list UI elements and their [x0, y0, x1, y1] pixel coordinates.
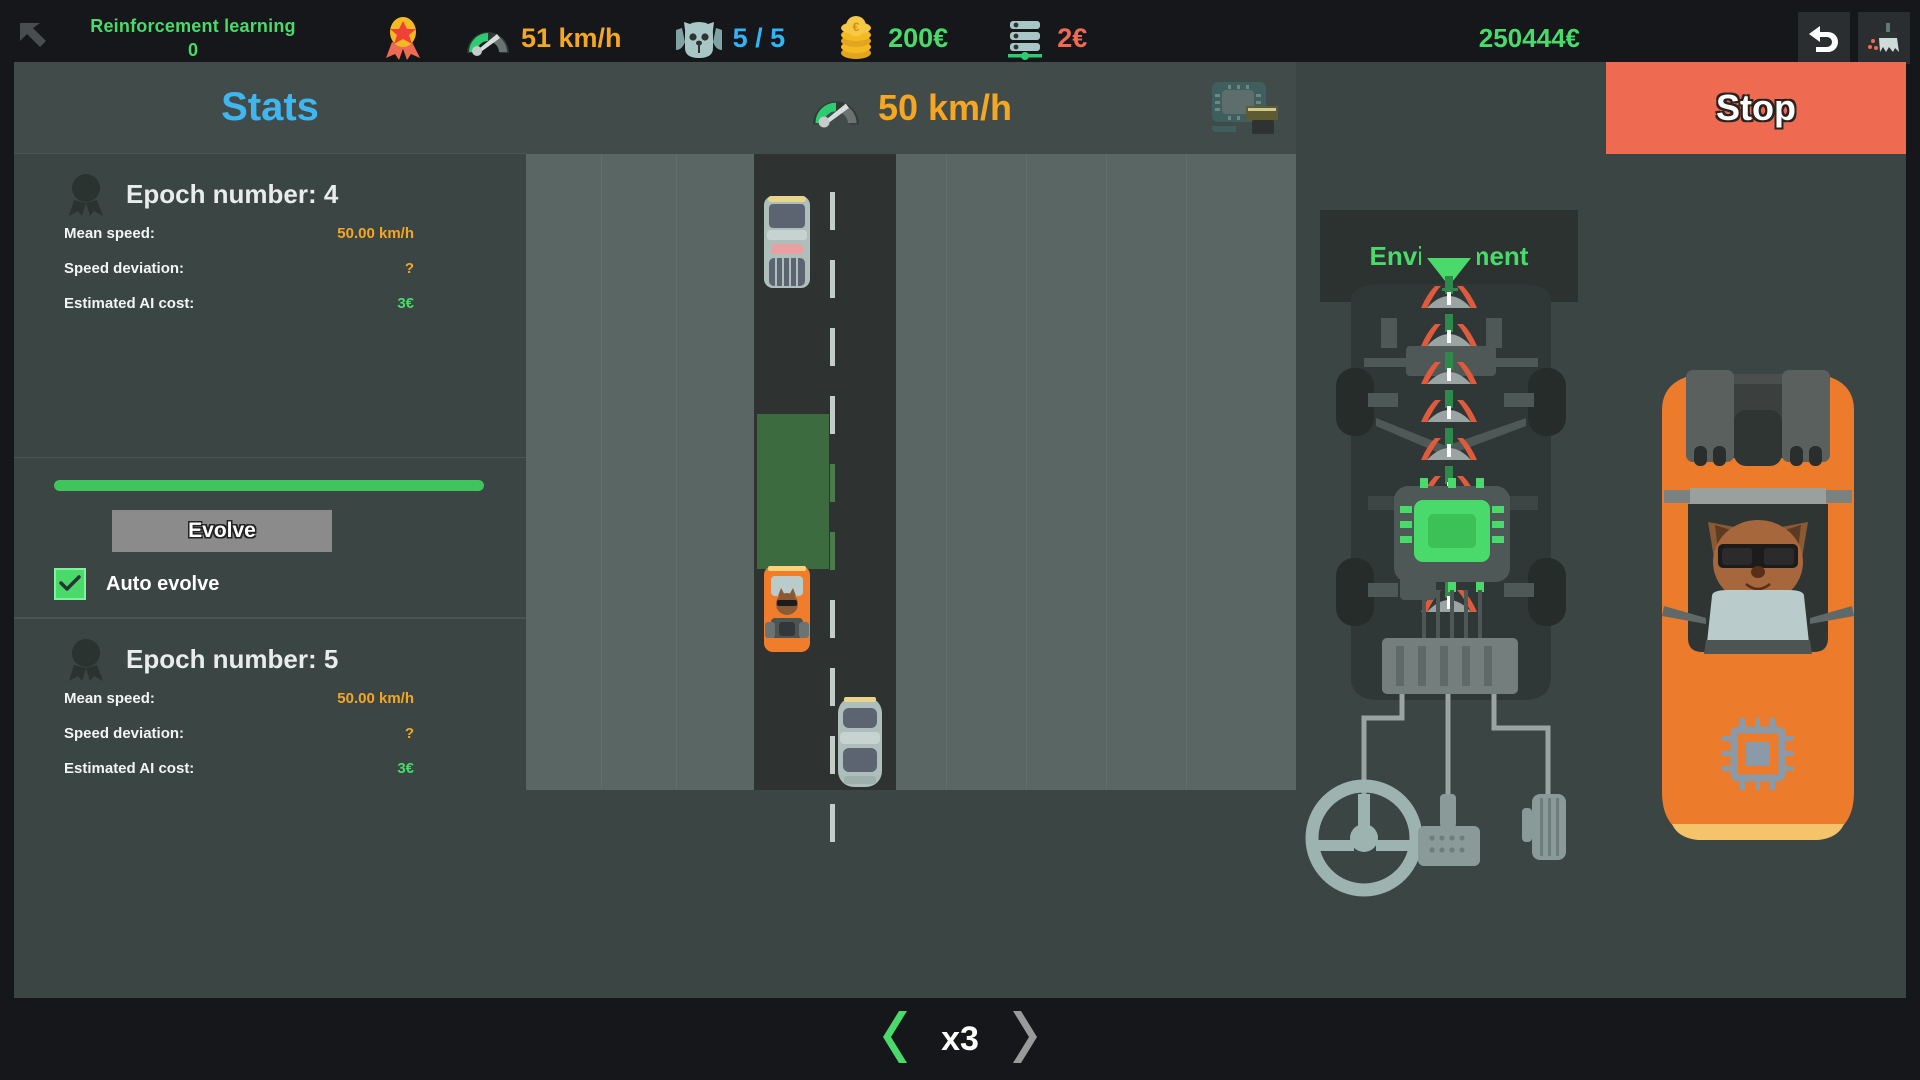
main-area: Stats Epoch number: 4 Mean speed: 50.00 … [14, 62, 1906, 998]
cats-stat: 5 / 5 [674, 16, 786, 60]
checkmark-icon [59, 575, 81, 591]
brake-icon [1522, 794, 1566, 860]
stats-header: Stats [14, 62, 526, 154]
speed-increase-button[interactable] [1005, 1009, 1039, 1070]
money-total: 250444€ [1478, 22, 1580, 53]
coin-stack-icon: € [841, 16, 872, 59]
back-arrow-icon [20, 23, 46, 47]
evolve-progress-fill [54, 480, 484, 491]
epoch-block-4: Epoch number: 4 Mean speed: 50.00 km/h S… [14, 154, 526, 327]
grass-background [526, 154, 1296, 790]
undo-arrow-icon [1809, 26, 1838, 52]
stat-label: Speed deviation: [64, 260, 185, 277]
server-stat: 2€ [1006, 16, 1087, 60]
epoch-title: Epoch number: 5 [126, 643, 339, 674]
award-badge-icon [69, 174, 103, 216]
stat-value: ? [404, 260, 414, 277]
evolve-progress-bar [54, 480, 484, 491]
simulation-header: 50 km/h [526, 62, 1296, 154]
bottom-bar: x3 [0, 998, 1920, 1080]
award-stat [382, 16, 424, 60]
cats-value: 5 / 5 [732, 22, 786, 53]
current-speed-value: 50 km/h [877, 87, 1013, 128]
coins-value: 200€ [888, 22, 949, 53]
speed-value: 51 km/h [521, 22, 622, 53]
mode-count: 0 [187, 39, 198, 60]
coins-stat: € 200€ [837, 15, 948, 61]
stat-label: Estimated AI cost: [64, 760, 195, 777]
award-badge-icon [69, 639, 103, 681]
svg-text:€: € [853, 20, 860, 34]
epoch-head: Epoch number: 5 [14, 637, 526, 681]
evolve-button[interactable]: Evolve [112, 510, 332, 552]
environment-diagram [1305, 238, 1566, 897]
player-car-large [1662, 370, 1854, 840]
stat-row-speed-deviation: Speed deviation: ? [14, 251, 526, 286]
stat-value: ? [404, 725, 414, 742]
undo-button[interactable] [1798, 12, 1850, 64]
stat-value: 50.00 km/h [337, 690, 414, 707]
page-title: Stats [221, 85, 319, 129]
traffic-car-top [760, 192, 814, 295]
stat-row-mean-speed: Mean speed: 50.00 km/h [14, 681, 526, 716]
epoch-title: Epoch number: 4 [126, 178, 339, 209]
game-root: Reinforcement learning 0 51 km/h 5 / 5 €… [0, 0, 1920, 1080]
traffic-car-icon [764, 196, 810, 288]
epoch-head: Epoch number: 4 [14, 172, 526, 216]
server-value: 2€ [1057, 22, 1088, 53]
stat-value: 50.00 km/h [337, 225, 414, 242]
traffic-car-bottom [834, 694, 886, 795]
speedometer-icon [467, 32, 509, 56]
speed-decrease-button[interactable] [881, 1009, 915, 1070]
road-view [526, 154, 1296, 998]
cat-head-icon [675, 22, 722, 58]
chevron-right-icon [1012, 1010, 1037, 1063]
server-rack-icon [1008, 21, 1043, 60]
stop-button[interactable]: Stop [1606, 62, 1906, 154]
clear-button[interactable] [1858, 12, 1910, 64]
car-panel: Stop [1606, 62, 1906, 998]
auto-evolve-row[interactable]: Auto evolve [54, 568, 219, 600]
stat-label: Estimated AI cost: [64, 295, 195, 312]
stat-label: Mean speed: [64, 225, 155, 242]
traffic-car-icon [838, 697, 882, 787]
environment-panel: Environment [1296, 62, 1606, 998]
chevron-left-icon [883, 1010, 908, 1063]
stat-label: Mean speed: [64, 690, 155, 707]
stat-label: Speed deviation: [64, 725, 185, 742]
cpu-chip-icon [1722, 718, 1794, 790]
stat-row-ai-cost: Estimated AI cost: 3€ [14, 751, 526, 786]
mode-title: Reinforcement learning [90, 15, 296, 36]
award-medal-icon [386, 17, 420, 60]
epoch-block-5: Epoch number: 5 Mean speed: 50.00 km/h S… [14, 619, 526, 792]
computer-chip-icon [1212, 82, 1278, 134]
speed-multiplier-value: x3 [941, 1019, 979, 1058]
player-car-icon [764, 566, 810, 652]
stat-value: 3€ [397, 760, 414, 777]
auto-evolve-checkbox[interactable] [54, 568, 86, 600]
green-zone-marker [757, 414, 829, 569]
stat-row-speed-deviation: Speed deviation: ? [14, 716, 526, 751]
evolve-zone: Evolve Auto evolve [14, 457, 526, 617]
auto-evolve-label: Auto evolve [106, 572, 220, 595]
stat-value: 3€ [397, 295, 414, 312]
steering-wheel-icon [1305, 779, 1423, 897]
simulation-panel: 50 km/h [526, 62, 1296, 998]
gas-pedal-icon [1418, 794, 1480, 866]
stats-panel: Stats Epoch number: 4 Mean speed: 50.00 … [14, 62, 526, 998]
mode-indicator: Reinforcement learning 0 [78, 16, 308, 61]
broom-clean-icon [1868, 23, 1899, 52]
stat-row-mean-speed: Mean speed: 50.00 km/h [14, 216, 526, 251]
player-car [759, 564, 815, 663]
speed-stat: 51 km/h [464, 20, 622, 56]
speedometer-icon [813, 101, 859, 128]
computer-chip-button[interactable] [1206, 78, 1282, 145]
stat-row-ai-cost: Estimated AI cost: 3€ [14, 286, 526, 321]
